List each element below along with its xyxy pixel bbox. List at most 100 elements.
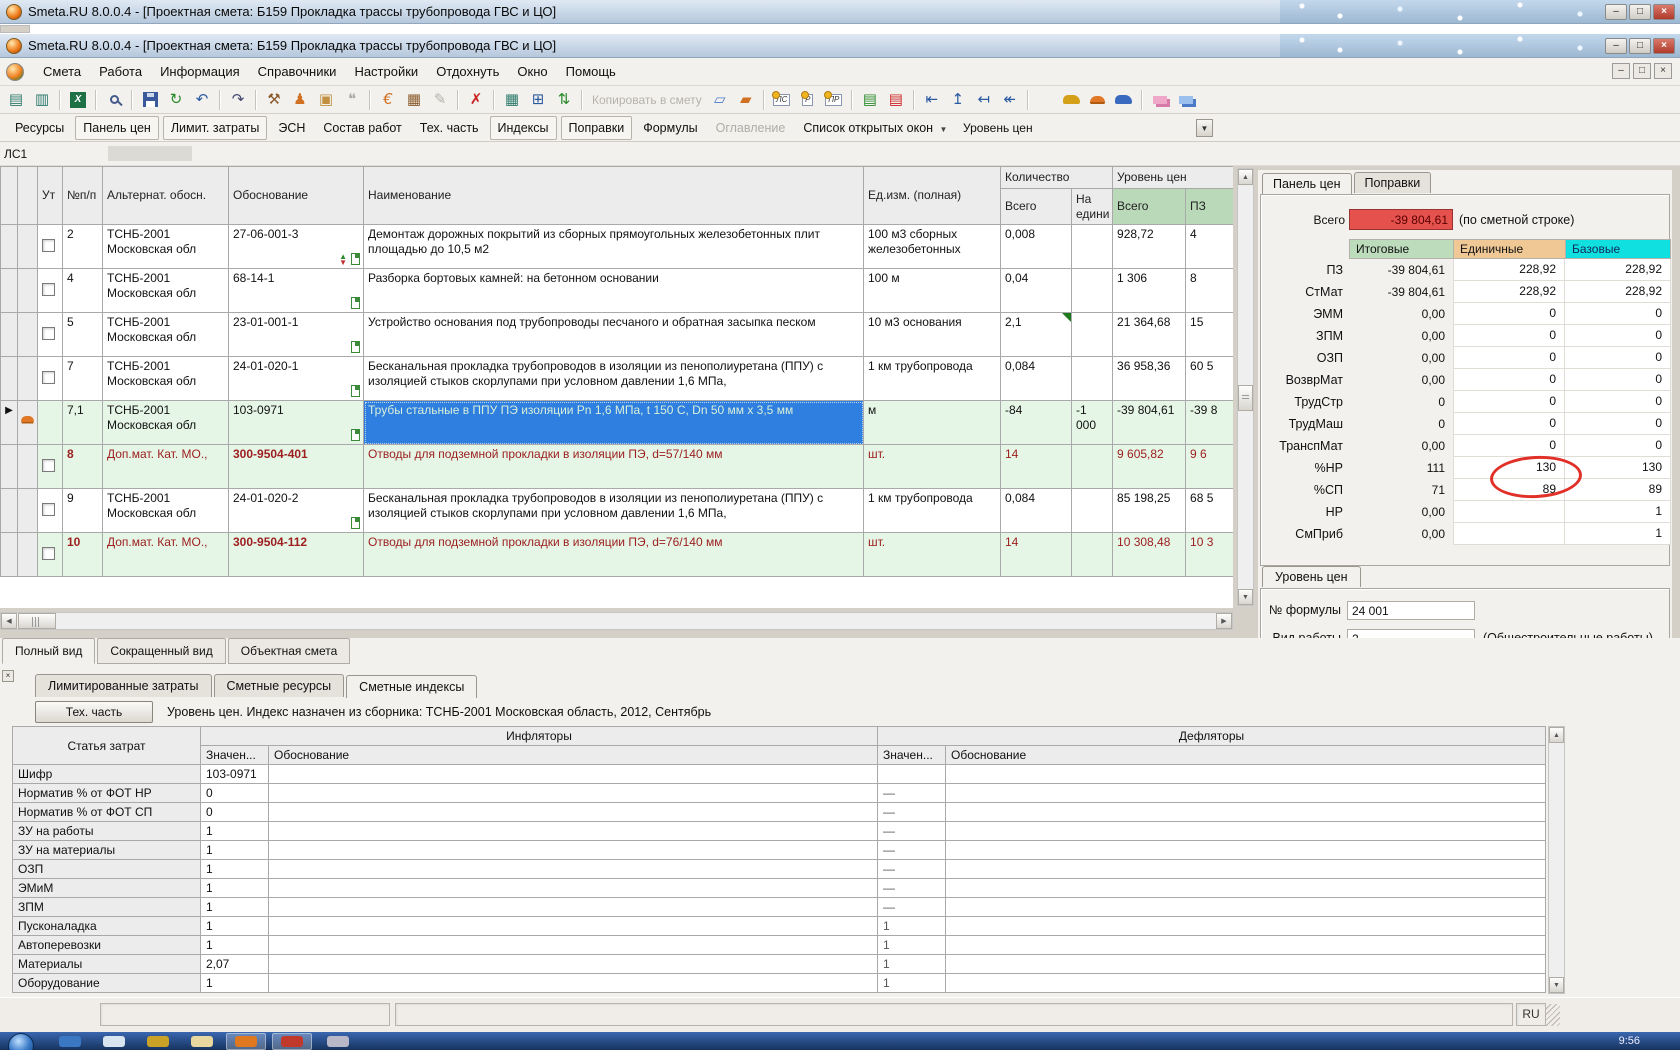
deflator-value-cell[interactable] bbox=[878, 765, 946, 784]
approve-checkbox[interactable] bbox=[42, 239, 55, 252]
inflator-just-cell[interactable] bbox=[269, 803, 878, 822]
cell-price-pz[interactable]: 4 bbox=[1186, 225, 1233, 269]
index-row[interactable]: ЗУ на материалы 1 — bbox=[13, 841, 1546, 860]
cell-unit[interactable]: 1 км трубопровода bbox=[864, 357, 1001, 401]
cell-name[interactable]: Трубы стальные в ППУ ПЭ изоляции Pn 1,6 … bbox=[364, 401, 864, 445]
cell-price-pz[interactable]: -39 8 bbox=[1186, 401, 1233, 445]
cell-justification[interactable]: 23-01-001-1 ▲▼ bbox=[229, 313, 364, 357]
cell-price-pz[interactable]: 68 5 bbox=[1186, 489, 1233, 533]
price-base-value[interactable]: 0 bbox=[1565, 325, 1671, 347]
cell-qty-total[interactable]: -84 bbox=[1001, 401, 1072, 445]
tab-estimate-resources[interactable]: Сметные ресурсы bbox=[214, 674, 345, 697]
cell-justification[interactable]: 300-9504-401 ▲▼ bbox=[229, 445, 364, 489]
close-icon[interactable]: × bbox=[1653, 4, 1675, 20]
mdi-close-icon[interactable]: × bbox=[1654, 63, 1672, 79]
price-unit-value[interactable]: 0 bbox=[1453, 347, 1565, 369]
cell-name[interactable]: Разборка бортовых камней: на бетонном ос… bbox=[364, 269, 864, 313]
inflator-value-cell[interactable]: 1 bbox=[201, 936, 269, 955]
price-unit-value[interactable]: 0 bbox=[1453, 413, 1565, 435]
scroll-left-icon[interactable]: ◀ bbox=[1, 613, 17, 629]
cell-price-total[interactable]: 85 198,25 bbox=[1113, 489, 1186, 533]
inflator-value-cell[interactable]: 0 bbox=[201, 803, 269, 822]
approve-cell[interactable] bbox=[38, 401, 63, 445]
resource-button[interactable]: Р bbox=[796, 88, 820, 112]
tab-price-panel[interactable]: Панель цен bbox=[1262, 173, 1352, 194]
deflator-value-cell[interactable]: 1 bbox=[878, 936, 946, 955]
cell-name[interactable]: Отводы для подземной прокладки в изоляци… bbox=[364, 533, 864, 577]
deflator-just-cell[interactable] bbox=[946, 822, 1546, 841]
inflator-value-cell[interactable]: 103-0971 bbox=[201, 765, 269, 784]
combo-arrow-icon[interactable]: ▼ bbox=[1196, 119, 1213, 137]
index-row[interactable]: Пусконаладка 1 1 bbox=[13, 917, 1546, 936]
index-row[interactable]: Норматив % от ФОТ СП 0 — bbox=[13, 803, 1546, 822]
inflator-value-cell[interactable]: 0 bbox=[201, 784, 269, 803]
minimize-icon[interactable]: – bbox=[1605, 4, 1627, 20]
approve-checkbox[interactable] bbox=[42, 327, 55, 340]
scroll-thumb[interactable] bbox=[1238, 385, 1253, 411]
cell-alt-justification[interactable]: ТСНБ-2001 Московская обл bbox=[103, 313, 229, 357]
export-excel-button[interactable]: X bbox=[66, 88, 90, 112]
cell-price-total[interactable]: 36 958,36 bbox=[1113, 357, 1186, 401]
cell-justification[interactable]: 24-01-020-1 ▲▼ bbox=[229, 357, 364, 401]
cell-price-pz[interactable]: 60 5 bbox=[1186, 357, 1233, 401]
tab-limit-zatraty[interactable]: Лимит. затраты bbox=[163, 116, 268, 140]
grid-vertical-scrollbar[interactable]: ▲ ▼ bbox=[1237, 168, 1254, 606]
deflator-just-cell[interactable] bbox=[946, 936, 1546, 955]
deflator-value-cell[interactable]: — bbox=[878, 784, 946, 803]
cell-num[interactable]: 9 bbox=[63, 489, 103, 533]
tab-short-view[interactable]: Сокращенный вид bbox=[97, 638, 225, 664]
save-button[interactable] bbox=[138, 88, 162, 112]
price-base-value[interactable]: 228,92 bbox=[1565, 281, 1671, 303]
outdent-all-button[interactable]: ⇤ bbox=[920, 88, 944, 112]
undo-button[interactable]: ↶ bbox=[190, 88, 214, 112]
cell-unit[interactable]: шт. bbox=[864, 445, 1001, 489]
cell-alt-justification[interactable]: ТСНБ-2001 Московская обл bbox=[103, 401, 229, 445]
index-row[interactable]: Шифр 103-0971 bbox=[13, 765, 1546, 784]
scroll-down-icon[interactable]: ▼ bbox=[1549, 977, 1564, 993]
cell-qty-per-unit[interactable] bbox=[1072, 357, 1113, 401]
taskbar-documents-button[interactable] bbox=[182, 1033, 222, 1050]
inflator-just-cell[interactable] bbox=[269, 898, 878, 917]
inflator-value-cell[interactable]: 1 bbox=[201, 898, 269, 917]
taskbar-notes-button[interactable] bbox=[318, 1033, 358, 1050]
estimate-row[interactable]: ▶ 9 ТСНБ-2001 Московская обл 24-01-020-2… bbox=[1, 489, 1234, 533]
tab-popravki[interactable]: Поправки bbox=[561, 116, 633, 140]
scroll-up-icon[interactable]: ▲ bbox=[1549, 727, 1564, 743]
cell-qty-per-unit[interactable] bbox=[1072, 269, 1113, 313]
inflator-just-cell[interactable] bbox=[269, 879, 878, 898]
mdi-minimize-icon[interactable]: – bbox=[1612, 63, 1630, 79]
menu-item-spravochniki[interactable]: Справочники bbox=[249, 60, 346, 83]
inflator-just-cell[interactable] bbox=[269, 784, 878, 803]
inflator-just-cell[interactable] bbox=[269, 955, 878, 974]
estimate-row[interactable]: ▶ 4 ТСНБ-2001 Московская обл 68-14-1 ▲▼ … bbox=[1, 269, 1234, 313]
transport-button[interactable] bbox=[1060, 88, 1084, 112]
tab-full-view[interactable]: Полный вид bbox=[2, 638, 95, 664]
cell-unit[interactable]: 1 км трубопровода bbox=[864, 489, 1001, 533]
deflator-just-cell[interactable] bbox=[946, 917, 1546, 936]
labor-button[interactable]: ♟ bbox=[288, 88, 312, 112]
cell-price-total[interactable]: 21 364,68 bbox=[1113, 313, 1186, 357]
cell-alt-justification[interactable]: ТСНБ-2001 Московская обл bbox=[103, 489, 229, 533]
add-section-button[interactable]: ▥ bbox=[30, 88, 54, 112]
formula-input[interactable]: 24 001 bbox=[1347, 601, 1475, 620]
estimate-row[interactable]: ▶ 2 ТСНБ-2001 Московская обл 27-06-001-3… bbox=[1, 225, 1234, 269]
price-unit-value[interactable]: 0 bbox=[1453, 303, 1565, 325]
cell-qty-total[interactable]: 0,084 bbox=[1001, 357, 1072, 401]
cell-num[interactable]: 4 bbox=[63, 269, 103, 313]
price-unit-value[interactable]: 228,92 bbox=[1453, 259, 1565, 281]
cell-qty-total[interactable]: 0,008 bbox=[1001, 225, 1072, 269]
cell-qty-per-unit[interactable] bbox=[1072, 225, 1113, 269]
inflator-just-cell[interactable] bbox=[269, 765, 878, 784]
cell-unit[interactable]: 100 м3 сборных железобетонных bbox=[864, 225, 1001, 269]
menu-item-pomosch[interactable]: Помощь bbox=[557, 60, 625, 83]
index-row[interactable]: ОЗП 1 — bbox=[13, 860, 1546, 879]
deflator-value-cell[interactable]: — bbox=[878, 898, 946, 917]
cell-name[interactable]: Отводы для подземной прокладки в изоляци… bbox=[364, 445, 864, 489]
add-page-button[interactable]: ⊞ bbox=[526, 88, 550, 112]
menu-item-rabota[interactable]: Работа bbox=[90, 60, 151, 83]
close-panel-icon[interactable]: × bbox=[2, 670, 14, 682]
tab-esn[interactable]: ЭСН bbox=[271, 117, 312, 139]
tab-panel-cen[interactable]: Панель цен bbox=[75, 116, 159, 140]
scroll-up-icon[interactable]: ▲ bbox=[1238, 169, 1253, 185]
cell-price-total[interactable]: 1 306 bbox=[1113, 269, 1186, 313]
